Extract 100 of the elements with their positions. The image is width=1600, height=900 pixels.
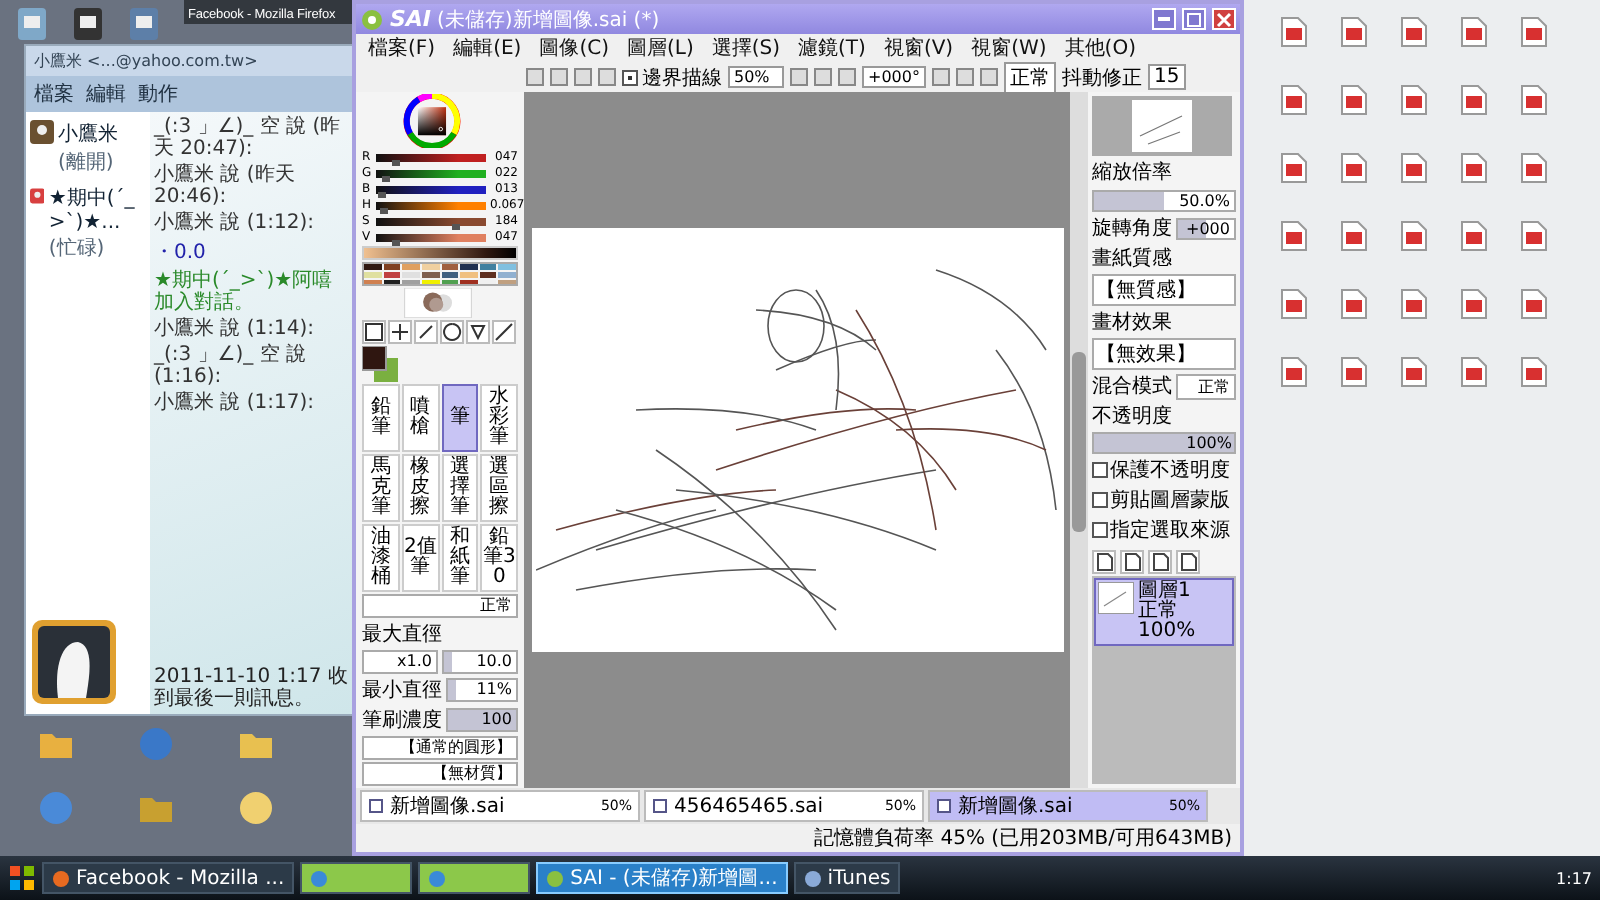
slider-fill[interactable] [448,680,456,700]
chat-message: _(:3 」∠)_ 空 說 (1:16): [154,344,309,388]
slider-thumb[interactable] [451,223,460,230]
brush-tool[interactable]: 選擇筆 [441,454,479,522]
document-icon [1520,16,1548,48]
checkbox[interactable] [1092,462,1108,478]
multiplier-field[interactable]: x1.0 [362,650,438,674]
scroll-thumb[interactable] [1072,352,1086,532]
tool-button[interactable] [388,320,412,344]
brush-tool[interactable]: 鉛筆 [362,384,400,452]
checkbox[interactable] [1092,492,1108,508]
layer-item[interactable]: 圖層1 正常 100% [1094,578,1234,646]
desktop-icon [124,4,164,44]
brush-tool[interactable]: 水彩筆 [480,384,518,452]
menu-item[interactable]: 選擇(S) [711,34,781,62]
brush-tool[interactable]: 橡皮擦 [401,454,439,522]
menu-item[interactable]: 檔案 [34,80,74,108]
slider-thumb[interactable] [377,191,386,198]
checkbox[interactable] [622,69,638,85]
zoom-field[interactable]: 50% [728,66,784,88]
slider-thumb[interactable] [391,239,400,246]
stabilizer-field[interactable]: 15 [1147,64,1186,90]
maximize-button[interactable] [1182,8,1206,30]
brush-tool[interactable]: 筆 [441,384,479,452]
slider-fill[interactable] [444,652,452,672]
menu-item[interactable]: 其他(O) [1064,34,1136,62]
close-button[interactable] [1212,8,1236,30]
menu-item[interactable]: 編輯(E) [453,34,522,62]
slider-track[interactable] [376,185,486,194]
blend-mode-dropdown[interactable]: 正常 [1176,373,1236,399]
layer-button[interactable] [1120,550,1144,574]
menu-item[interactable]: 視窗(W) [971,34,1047,62]
brush-tool[interactable]: 馬克筆 [362,454,400,522]
taskbar-button[interactable] [418,862,531,894]
taskbar-button[interactable]: iTunes [793,862,901,894]
blend-mode-dropdown[interactable]: 正常 [362,594,518,618]
menu-item[interactable]: 視窗(V) [883,34,954,62]
menu-item[interactable]: 檔案(F) [368,34,436,62]
document-icon [936,798,952,814]
menu-item[interactable]: 濾鏡(T) [798,34,866,62]
slider-track[interactable] [376,153,486,162]
brush-tool[interactable]: 和紙筆 [441,524,479,592]
status-text: 2011-11-10 1:17 收到最後一則訊息。 [154,666,350,710]
chat-message: 小鷹米 說 (1:17): [154,392,316,414]
slider-track[interactable] [376,201,486,210]
menu-item[interactable]: 圖層(L) [626,34,694,62]
paper-dropdown[interactable]: 【無質感】 [1092,274,1236,306]
minimize-button[interactable] [1152,8,1176,30]
setting-label: 畫紙質感 [1092,245,1174,272]
effect-dropdown[interactable]: 【無效果】 [1092,338,1236,370]
layer-button[interactable] [1176,550,1200,574]
texture-dropdown[interactable]: 【無材質】 [362,762,518,786]
tool-button[interactable] [362,320,386,344]
size-slider[interactable]: 11% [446,678,518,702]
tool-button[interactable] [492,320,516,344]
contact-name[interactable]: 小鷹米 [58,120,118,148]
slider-track[interactable] [376,217,486,226]
angle-field[interactable]: +000° [862,66,926,88]
document-icon [1340,356,1368,388]
document-name: 456465465.sai [674,795,826,817]
document-icon [1340,220,1368,252]
slider-thumb[interactable] [381,175,390,182]
close-icon [1216,11,1232,27]
opacity-slider[interactable]: 100% [1092,432,1236,454]
chat-message: 小鷹米 說 (1:14): [154,318,316,340]
shape-dropdown[interactable]: 【通常的圓形】 [362,736,518,760]
taskbar-button[interactable]: Facebook - Mozilla ... [42,862,295,894]
menu-item[interactable]: 編輯 [86,80,126,108]
slider-thumb[interactable] [391,159,400,166]
density-slider[interactable]: 100 [446,708,518,732]
brush-tool[interactable]: 油漆桶 [362,524,400,592]
blend-field[interactable]: 正常 [1003,61,1056,93]
scrollbar[interactable] [1070,92,1088,788]
tool-button[interactable] [466,320,490,344]
checkbox[interactable] [1092,522,1108,538]
slider-thumb[interactable] [379,207,388,214]
size-slider[interactable]: 10.0 [442,650,518,674]
setting-label: 旋轉角度 [1092,215,1172,242]
document-icon [1520,84,1548,116]
brush-tool[interactable]: 選區擦 [480,454,518,522]
slider-track[interactable] [376,169,486,178]
taskbar-button[interactable]: SAI - (未儲存)新增圖... [536,862,788,894]
layer-button[interactable] [1148,550,1172,574]
slider-track[interactable] [376,233,486,242]
brush-tool[interactable]: 噴槍 [401,384,439,452]
document-icon [1340,16,1368,48]
color-palette[interactable] [362,262,518,287]
slider-fill[interactable] [1094,192,1164,210]
taskbar-button[interactable] [300,862,413,894]
tool-button[interactable] [414,320,438,344]
menu-item[interactable]: 動作 [138,80,178,108]
layer-button[interactable] [1092,550,1116,574]
contact-name[interactable]: ★期中(´_>`)★... [48,184,146,234]
menu-item[interactable]: 圖像(C) [539,34,609,62]
brush-tool[interactable]: 2值筆 [401,524,439,592]
document-icon [1460,16,1488,48]
rotation-slider[interactable]: +000 [1176,217,1236,239]
tool-button[interactable] [440,320,464,344]
brush-tool[interactable]: 鉛筆30 [480,524,518,592]
zoom-slider[interactable]: 50.0% [1092,190,1236,212]
